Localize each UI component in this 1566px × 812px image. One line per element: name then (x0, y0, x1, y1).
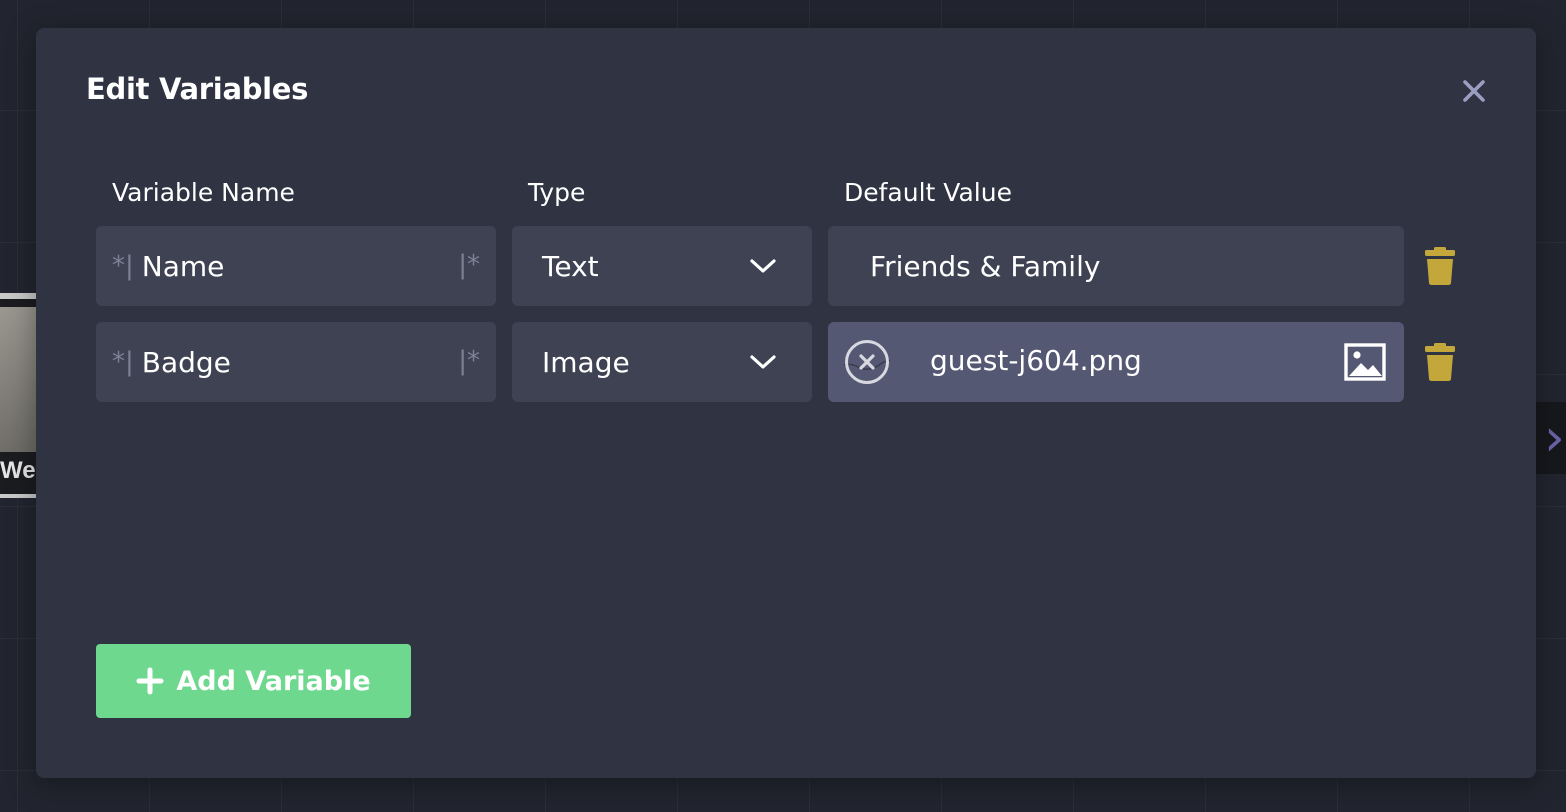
background-canvas-node: We (0, 293, 40, 498)
variable-name-value: Badge (141, 345, 231, 379)
default-value-input[interactable]: Friends & Family (828, 226, 1404, 306)
choose-image-button[interactable] (1344, 343, 1386, 381)
column-header-default-value: Default Value (844, 178, 1012, 207)
background-node-image (0, 307, 40, 452)
chevron-down-icon (748, 352, 778, 372)
modal-title: Edit Variables (86, 72, 309, 106)
add-variable-button[interactable]: Add Variable (96, 644, 411, 718)
merge-tag-open-delimiter: *| (112, 251, 134, 281)
variable-type-value: Text (542, 249, 599, 283)
column-header-variable-name: Variable Name (112, 178, 295, 207)
edit-variables-modal: Edit Variables Variable Name Type Defaul… (36, 28, 1536, 778)
variable-name-input[interactable]: *| Badge |* (96, 322, 496, 402)
default-value-image-picker[interactable]: guest-j604.png (828, 322, 1404, 402)
background-next-arrow-icon: › (1536, 402, 1566, 474)
add-variable-label: Add Variable (176, 665, 371, 697)
merge-tag-open-delimiter: *| (112, 347, 134, 377)
variable-type-value: Image (542, 345, 630, 379)
background-node-caption: We (0, 457, 36, 484)
plus-icon (136, 667, 164, 695)
merge-tag-close-delimiter: |* (458, 250, 480, 280)
variable-type-select[interactable]: Text (512, 226, 812, 306)
image-file-name: guest-j604.png (930, 344, 1142, 377)
variable-name-input[interactable]: *| Name |* (96, 226, 496, 306)
clear-circle-icon (835, 340, 905, 384)
delete-variable-button[interactable] (1425, 342, 1455, 382)
variable-name-value: Name (141, 249, 225, 283)
clear-image-button[interactable] (835, 339, 905, 385)
close-button[interactable] (1456, 73, 1492, 109)
trash-icon (1425, 343, 1455, 381)
trash-icon (1425, 247, 1455, 285)
variable-type-select[interactable]: Image (512, 322, 812, 402)
column-header-type: Type (528, 178, 586, 207)
chevron-down-icon (748, 256, 778, 276)
default-value-text: Friends & Family (870, 249, 1101, 283)
merge-tag-close-delimiter: |* (458, 346, 480, 376)
close-icon (1463, 80, 1485, 102)
image-icon (1344, 343, 1386, 381)
delete-variable-button[interactable] (1425, 246, 1455, 286)
